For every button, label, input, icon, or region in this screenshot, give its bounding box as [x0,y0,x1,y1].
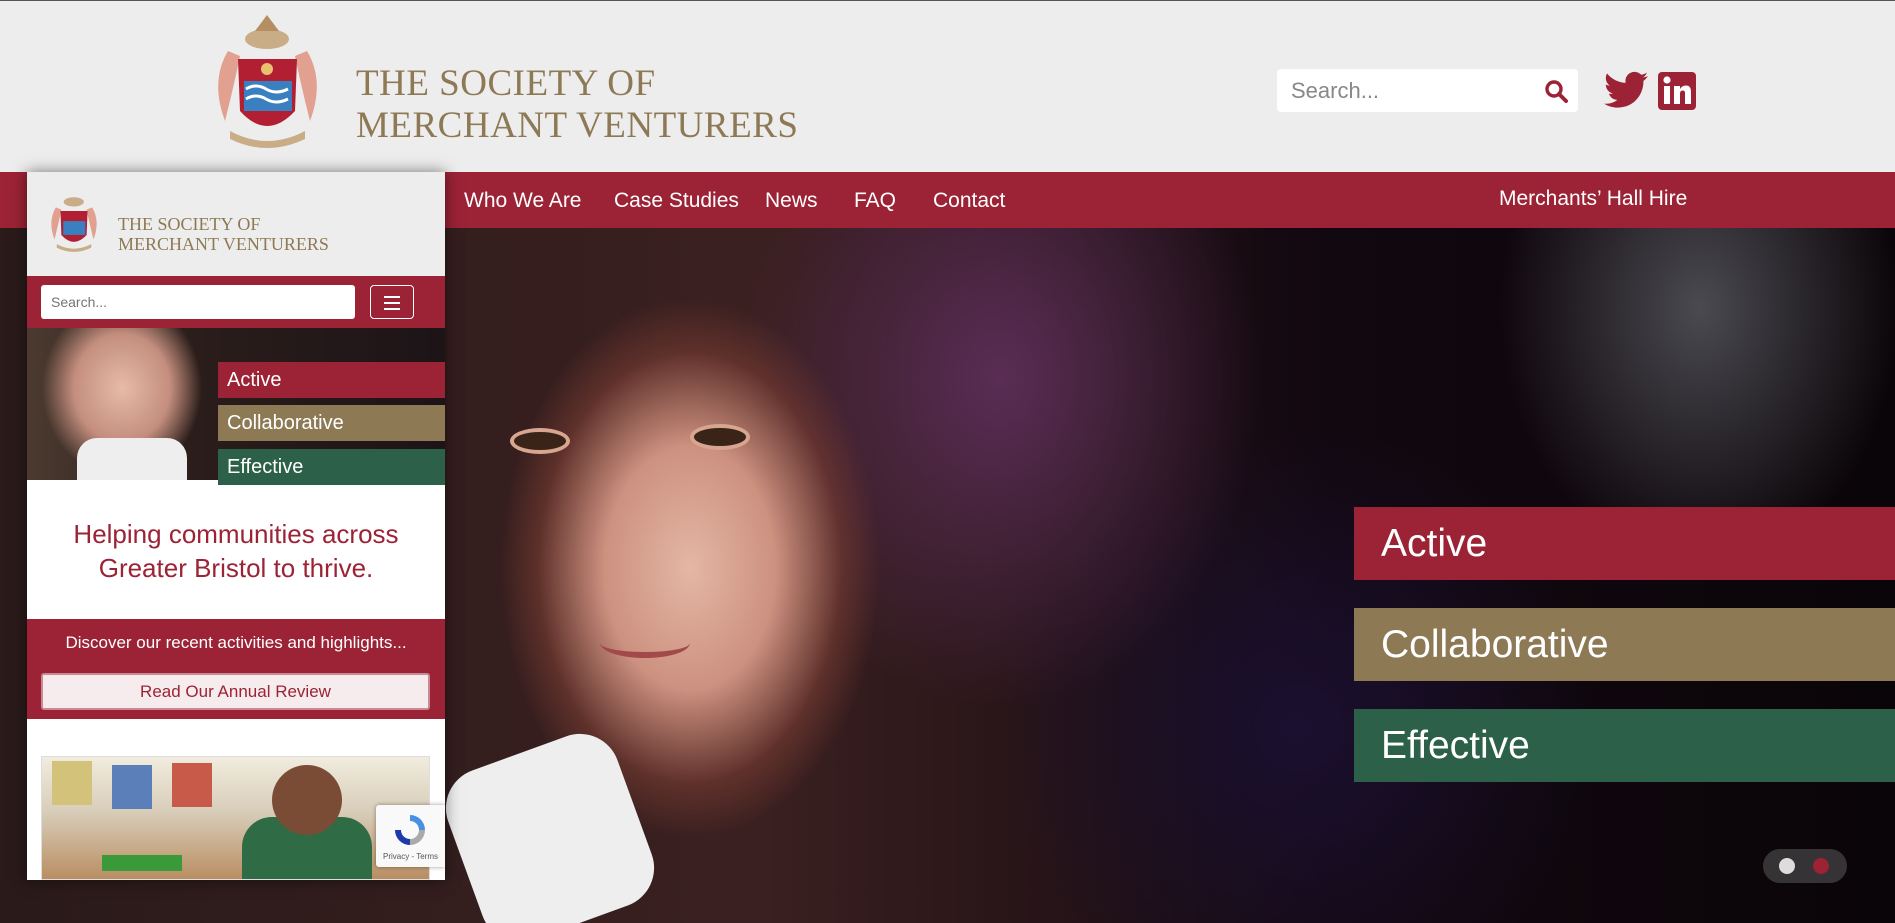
mobile-header: THE SOCIETY OF MERCHANT VENTURERS [27,172,445,276]
linkedin-icon[interactable] [1658,72,1696,110]
photo-tray [102,855,182,871]
mobile-coat-of-arms-logo[interactable] [43,188,105,258]
carousel-dot-2[interactable] [1813,858,1829,874]
mobile-cta-section: Discover our recent activities and highl… [27,619,445,719]
hamburger-menu-icon[interactable] [370,285,414,319]
recaptcha-icon [395,815,425,845]
mobile-brand-line-2: MERCHANT VENTURERS [118,234,329,254]
nav-news[interactable]: News [765,188,818,214]
mobile-tag-effective: Effective [218,449,445,485]
mobile-cta-text: Discover our recent activities and highl… [65,633,407,652]
recaptcha-privacy-terms[interactable]: Privacy - Terms [376,852,445,861]
mobile-tag-active: Active [218,362,445,398]
mobile-hero-collar [77,438,187,480]
hero-photo-collar [434,722,666,923]
mobile-brand-line-1: THE SOCIETY OF [118,214,261,234]
nav-faq[interactable]: FAQ [854,188,896,214]
nav-contact[interactable]: Contact [933,188,1005,214]
mobile-classroom-photo [41,756,430,880]
hero-tag-active: Active [1354,507,1895,580]
annual-review-button[interactable]: Read Our Annual Review [41,673,430,710]
hero-photo-eye-right [690,424,750,450]
mobile-preview-panel: THE SOCIETY OF MERCHANT VENTURERS Active… [27,172,445,880]
hero-tag-effective: Effective [1354,709,1895,782]
hero-photo-smile [600,628,690,658]
header-search [1277,69,1578,112]
linkedin-glyph [1663,76,1691,104]
photo-child-head [272,765,342,835]
menu-line [384,302,400,304]
nav-merchants-hall-hire[interactable]: Merchants’ Hall Hire [1499,186,1687,212]
recaptcha-badge[interactable]: Privacy - Terms [376,805,445,867]
search-input[interactable] [1277,69,1517,112]
mobile-tagline: Helping communities across Greater Brist… [27,517,445,585]
coat-of-arms-logo[interactable] [200,11,335,159]
nav-who-we-are[interactable]: Who We Are [464,188,582,214]
photo-wall-poster [52,761,92,805]
twitter-icon[interactable] [1604,71,1648,109]
menu-line [384,296,400,298]
site-header: THE SOCIETY OF MERCHANT VENTURERS [0,0,1895,172]
mobile-brand-name[interactable]: THE SOCIETY OF MERCHANT VENTURERS [118,214,329,254]
menu-line [384,308,400,310]
mobile-tagline-line-2: Greater Bristol to thrive. [98,553,374,583]
nav-case-studies[interactable]: Case Studies [614,188,739,214]
photo-wall-poster [112,765,152,809]
carousel-indicators [1763,849,1847,883]
carousel-dot-1[interactable] [1779,858,1795,874]
mobile-search-bar [27,276,445,328]
photo-wall-poster [172,763,212,807]
mobile-tagline-line-1: Helping communities across [73,519,399,549]
brand-line-2: MERCHANT VENTURERS [356,105,799,146]
mobile-tag-collaborative: Collaborative [218,405,445,441]
search-icon[interactable] [1544,79,1568,103]
hero-photo-eye-left [510,428,570,454]
brand-line-1: THE SOCIETY OF [356,63,656,104]
brand-name[interactable]: THE SOCIETY OF MERCHANT VENTURERS [356,63,798,147]
hero-tag-collaborative: Collaborative [1354,608,1895,681]
mobile-search-input[interactable] [41,285,355,319]
